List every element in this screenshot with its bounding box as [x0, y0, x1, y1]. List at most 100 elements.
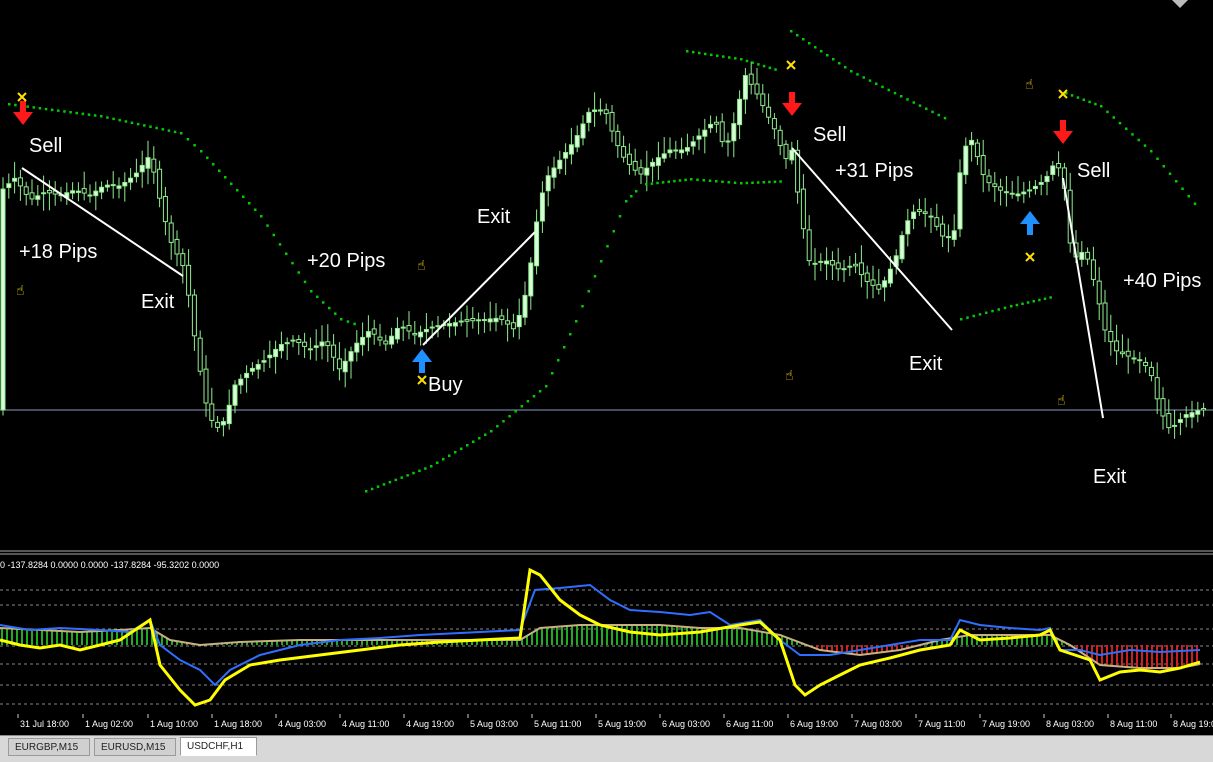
sar-dot	[63, 110, 66, 113]
sar-dot	[1112, 116, 1115, 119]
sar-dot	[645, 183, 648, 186]
sar-dot	[388, 480, 392, 484]
tab-usdchf[interactable]: USDCHF,H1	[180, 737, 257, 756]
candle	[586, 107, 592, 132]
candle	[980, 139, 986, 193]
sar-dot	[167, 129, 171, 132]
candle	[760, 84, 766, 113]
candle	[452, 317, 458, 336]
candle	[238, 374, 244, 394]
candle	[1177, 412, 1183, 436]
candle	[969, 132, 975, 162]
candle	[1009, 180, 1015, 199]
candle	[93, 181, 99, 211]
candle	[870, 265, 876, 299]
fractal-x-icon	[786, 60, 796, 70]
time-tick: 8 Aug 19:00	[1170, 714, 1213, 729]
sar-dot	[155, 126, 158, 130]
candle	[435, 316, 441, 338]
thumb-icon: ☝	[1057, 393, 1066, 409]
price-chart[interactable]: ☝ ☝ ☝ ☝ ☝ Sell +18 Pips Exit +20 Pips Exit B…	[0, 0, 1213, 735]
time-tick-label: 4 Aug 19:00	[406, 719, 454, 729]
sar-dot	[826, 54, 829, 57]
sar-dot	[563, 346, 566, 349]
sar-dot	[514, 410, 517, 413]
sar-dot	[985, 311, 988, 314]
candle	[336, 342, 342, 381]
sar-dot	[218, 169, 221, 172]
candle	[64, 182, 70, 205]
sar-dot	[893, 91, 897, 95]
sar-dot	[1193, 202, 1197, 205]
sar-dot	[740, 58, 743, 61]
candle	[17, 169, 23, 201]
time-tick-label: 8 Aug 03:00	[1046, 719, 1094, 729]
tab-eurusd[interactable]: EURUSD,M15	[94, 738, 176, 756]
candle	[110, 171, 116, 199]
time-tick-label: 5 Aug 03:00	[470, 719, 518, 729]
sar-dot	[1100, 105, 1103, 108]
candle	[568, 127, 574, 165]
candle	[412, 321, 418, 345]
buy-arrow-icon	[412, 349, 432, 373]
candle	[940, 215, 946, 248]
chart-tab-bar: EURGBP,M15 EURUSD,M15 USDCHF,H1	[0, 735, 1213, 762]
sar-dot	[727, 181, 730, 184]
candle	[957, 159, 963, 237]
sar-dot	[532, 395, 536, 398]
sar-dot	[1043, 297, 1047, 300]
sar-dot	[254, 208, 257, 211]
candle	[302, 332, 308, 358]
sar-dot	[93, 114, 97, 117]
sar-dot	[230, 182, 233, 185]
candle	[1096, 267, 1102, 321]
candle	[626, 143, 632, 175]
sar-dot	[81, 112, 85, 116]
candle	[168, 215, 174, 260]
sar-dot	[322, 301, 325, 304]
sar-dot	[424, 467, 427, 470]
candle	[853, 253, 859, 274]
candle	[197, 330, 203, 376]
sar-dot	[57, 109, 60, 112]
candle	[226, 389, 232, 430]
time-axis: 31 Jul 18:00 1 Aug 02:00 1 Aug 10:00 1 Aug …	[17, 714, 1213, 729]
candle	[360, 322, 366, 356]
sar-dot	[779, 180, 782, 183]
sar-dot	[442, 458, 445, 461]
candle	[539, 181, 545, 233]
sar-dot	[593, 275, 597, 278]
tab-eurgbp[interactable]: EURGBP,M15	[8, 738, 90, 756]
candle	[1114, 324, 1120, 365]
candle	[742, 68, 748, 115]
candle	[133, 158, 139, 183]
exit-label: Exit	[477, 206, 511, 228]
candle	[603, 103, 609, 125]
candle	[592, 92, 598, 127]
candle	[615, 124, 621, 158]
sar-dot	[1088, 100, 1091, 104]
chart-area[interactable]: ☝ ☝ ☝ ☝ ☝ Sell +18 Pips Exit +20 Pips Exit B…	[0, 0, 1213, 735]
candle	[545, 166, 551, 207]
sar-dot	[733, 181, 737, 184]
candle	[458, 311, 464, 327]
sar-dot	[997, 308, 1000, 311]
sar-dot	[832, 58, 835, 61]
sar-dot	[186, 138, 190, 141]
sar-dot	[180, 132, 183, 135]
candle	[522, 281, 528, 326]
time-tick-label: 8 Aug 19:00	[1173, 719, 1213, 729]
sar-dot	[745, 59, 749, 63]
time-tick: 6 Aug 11:00	[723, 714, 773, 729]
sar-dot	[285, 252, 288, 255]
candle	[731, 112, 737, 158]
candle	[684, 133, 690, 156]
candle	[325, 324, 331, 363]
pips-label: +40 Pips	[1123, 270, 1201, 292]
sar-dot	[8, 103, 11, 106]
sar-dot	[686, 50, 689, 53]
sar-dot	[808, 42, 811, 45]
candle	[789, 141, 795, 165]
sar-dot	[1032, 300, 1035, 303]
candle	[713, 116, 719, 133]
